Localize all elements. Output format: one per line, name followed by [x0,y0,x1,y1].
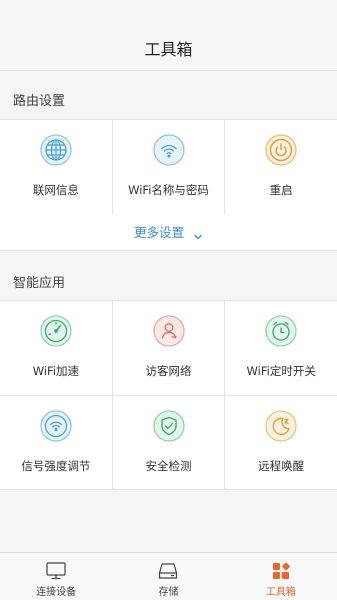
signal-strength-label: 信号强度调节 [21,459,91,473]
reboot-label: 重启 [269,183,293,197]
tab-storage[interactable]: 存储 [112,553,224,600]
wifi-name-password-button[interactable]: WiFi名称与密码 [113,120,226,214]
tab-toolbox-label: 工具箱 [265,587,296,598]
page-title: 工具箱 [144,40,193,59]
wifi-name-password-label: WiFi名称与密码 [128,183,209,197]
more-settings-label: 更多设置 [133,225,184,240]
toolbox-grid-icon [270,561,292,581]
speedometer-icon [40,315,72,347]
network-info-label: 联网信息 [32,183,79,197]
monitor-icon [45,561,67,581]
tab-toolbox[interactable]: 工具箱 [225,553,337,600]
section-title-smart-apps: 智能应用 [13,276,66,291]
remote-wake-label: 远程唤醒 [258,459,305,473]
router-settings-grid: 联网信息 WiFi名称与密码 重启 [0,119,337,215]
header-bar: 工具箱 [0,0,337,71]
signal-strength-button[interactable]: 信号强度调节 [0,396,113,489]
security-check-label: 安全检测 [145,459,192,473]
reboot-button[interactable]: 重启 [225,120,337,214]
moon-sleep-icon [265,410,297,442]
wifi-boost-label: WiFi加速 [32,364,79,378]
tab-storage-label: 存储 [158,587,179,598]
more-settings-button[interactable]: 更多设置 [0,214,337,251]
tab-connected-devices-label: 连接设备 [36,587,77,598]
chevron-down-icon [193,227,203,239]
power-icon [265,134,297,166]
guest-network-label: 访客网络 [145,364,192,378]
tab-connected-devices[interactable]: 连接设备 [0,553,112,600]
guest-network-button[interactable]: 访客网络 [113,301,226,395]
bottom-tab-bar: 连接设备 存储 工具箱 [0,552,337,600]
alarm-clock-icon [265,315,297,347]
globe-icon [40,134,72,166]
wifi-timer-label: WiFi定时开关 [246,364,316,378]
wifi-boost-button[interactable]: WiFi加速 [0,301,113,395]
security-check-button[interactable]: 安全检测 [113,396,226,489]
shield-check-icon [152,410,185,442]
smart-apps-grid: WiFi加速 访客网络 WiFi定时开关 信号强度调节 安全检测 远程唤醒 [0,300,337,490]
wifi-icon [152,134,185,166]
section-title-router-settings: 路由设置 [13,94,66,109]
guest-user-icon [152,315,185,347]
network-info-button[interactable]: 联网信息 [0,120,113,214]
storage-drive-icon [157,561,179,581]
wifi-timer-button[interactable]: WiFi定时开关 [225,301,337,395]
signal-strength-icon [40,410,72,442]
remote-wake-button[interactable]: 远程唤醒 [225,396,337,489]
